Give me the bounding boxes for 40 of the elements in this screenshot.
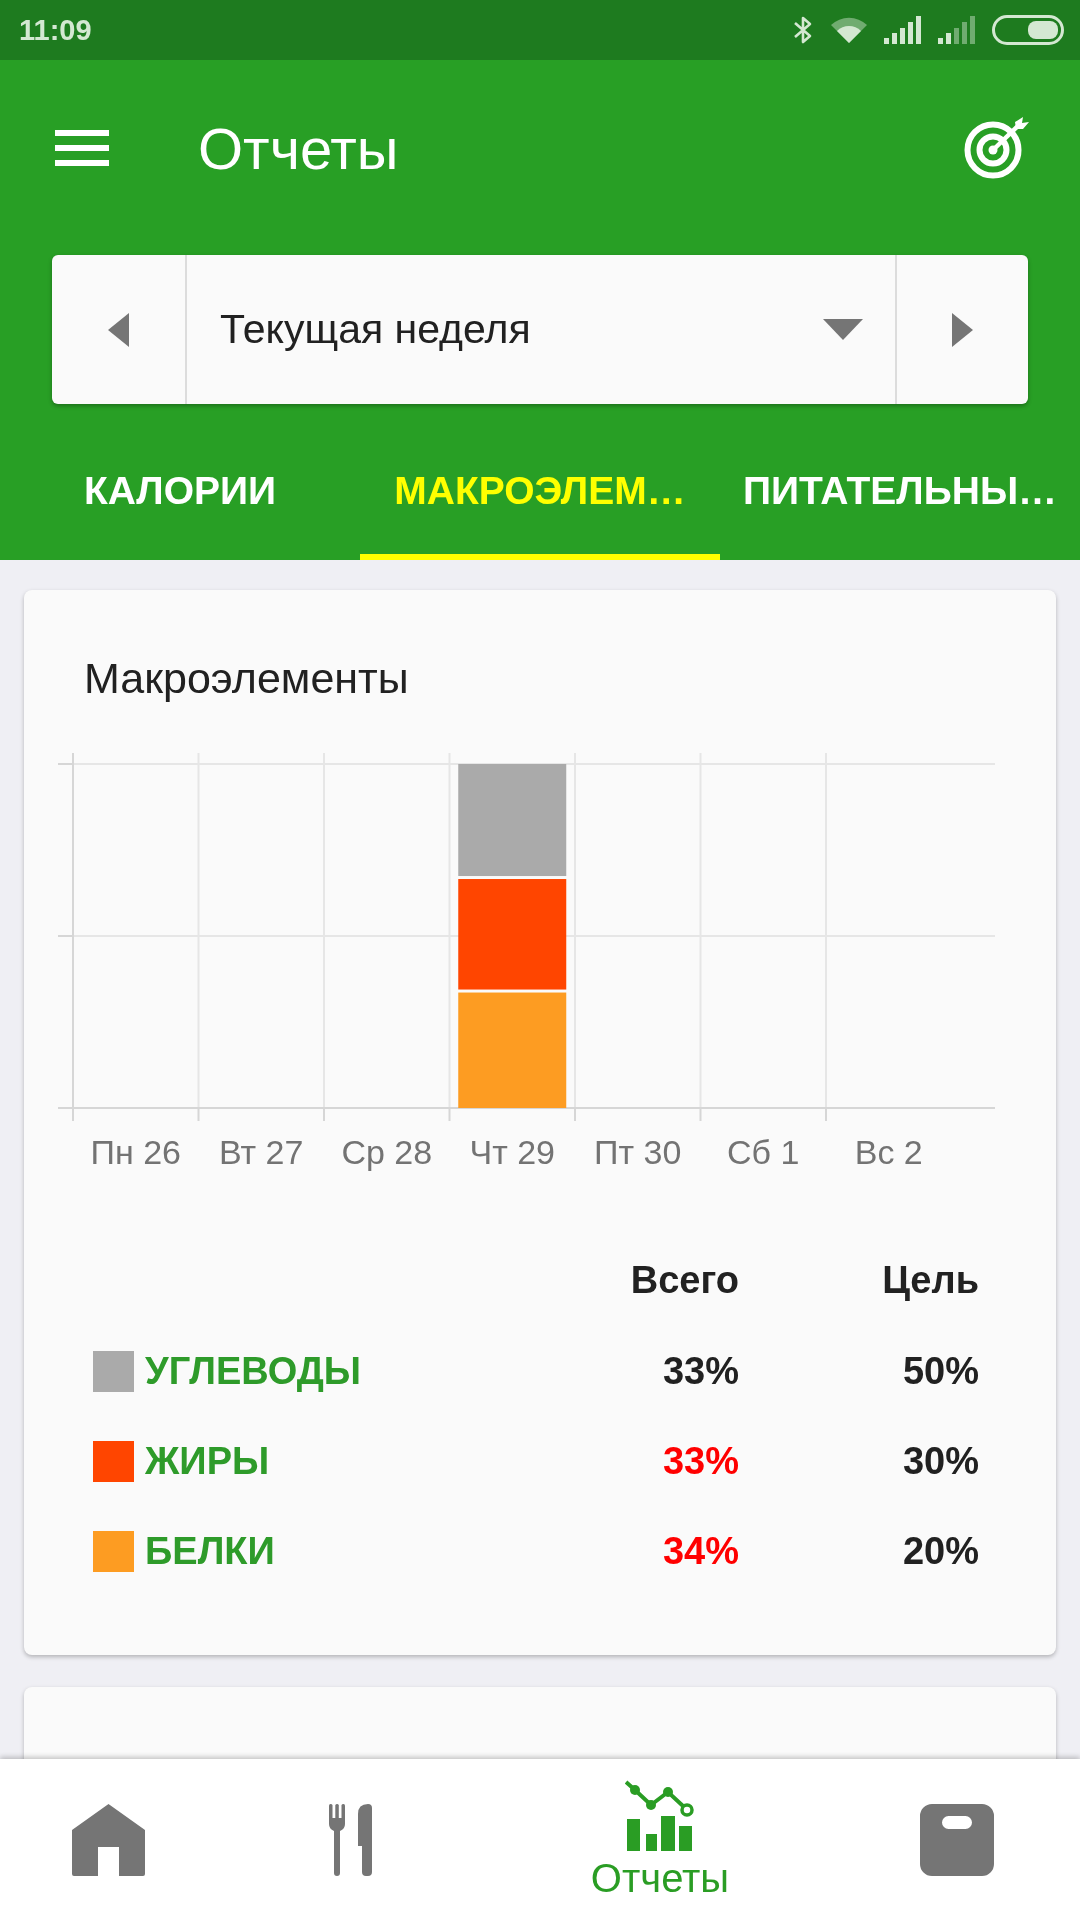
tab[interactable]: КАЛОРИИ	[0, 404, 360, 560]
left-caret-icon	[108, 312, 129, 347]
fork-knife-icon	[328, 1803, 374, 1876]
menu-icon[interactable]	[55, 130, 109, 166]
page-title: Отчеты	[198, 114, 399, 182]
chart-icon	[625, 1779, 695, 1852]
signal-icon	[884, 16, 922, 44]
axis-label: Чт 29	[469, 1133, 555, 1171]
macro-name: УГЛЕВОДЫ	[145, 1349, 362, 1393]
clock-time: 11:09	[19, 13, 92, 47]
bluetooth-icon	[792, 15, 814, 45]
axis-label: Сб 1	[727, 1133, 800, 1171]
scale-icon	[920, 1803, 994, 1876]
home-icon	[71, 1803, 145, 1876]
axis-label: Вт 27	[219, 1133, 304, 1171]
card-title: Макроэлементы	[84, 653, 409, 703]
column-header: Всего	[630, 1258, 739, 1303]
axis-label: Вс 2	[854, 1133, 923, 1171]
macro-name: БЕЛКИ	[145, 1529, 275, 1573]
table-cell-text: 33%	[662, 1439, 739, 1484]
target-icon[interactable]	[963, 117, 1031, 179]
tab[interactable]: МАКРОЭЛЕМ…	[360, 404, 720, 560]
table-cell-text: 34%	[662, 1529, 739, 1574]
wifi-icon	[830, 16, 868, 44]
table-cell-text: 20%	[902, 1529, 979, 1574]
table-cell-text: 50%	[902, 1349, 979, 1394]
table-cell-text: 33%	[662, 1349, 739, 1394]
axis-label: Пт 30	[594, 1133, 682, 1171]
tab[interactable]: ПИТАТЕЛЬНЫ…	[720, 404, 1080, 560]
axis-label: Пн 26	[90, 1133, 181, 1171]
axis-label: Ср 28	[341, 1133, 433, 1171]
right-caret-icon	[952, 312, 973, 347]
period-dropdown[interactable]: Текущая неделя	[187, 255, 895, 404]
battery-icon	[992, 15, 1064, 45]
table-cell-text: 30%	[902, 1439, 979, 1484]
signal-icon	[938, 16, 976, 44]
caret-down-icon	[823, 319, 863, 340]
column-header: Цель	[882, 1258, 979, 1303]
macro-name: ЖИРЫ	[145, 1439, 270, 1483]
nav-item[interactable]: Отчеты	[486, 1759, 834, 1920]
